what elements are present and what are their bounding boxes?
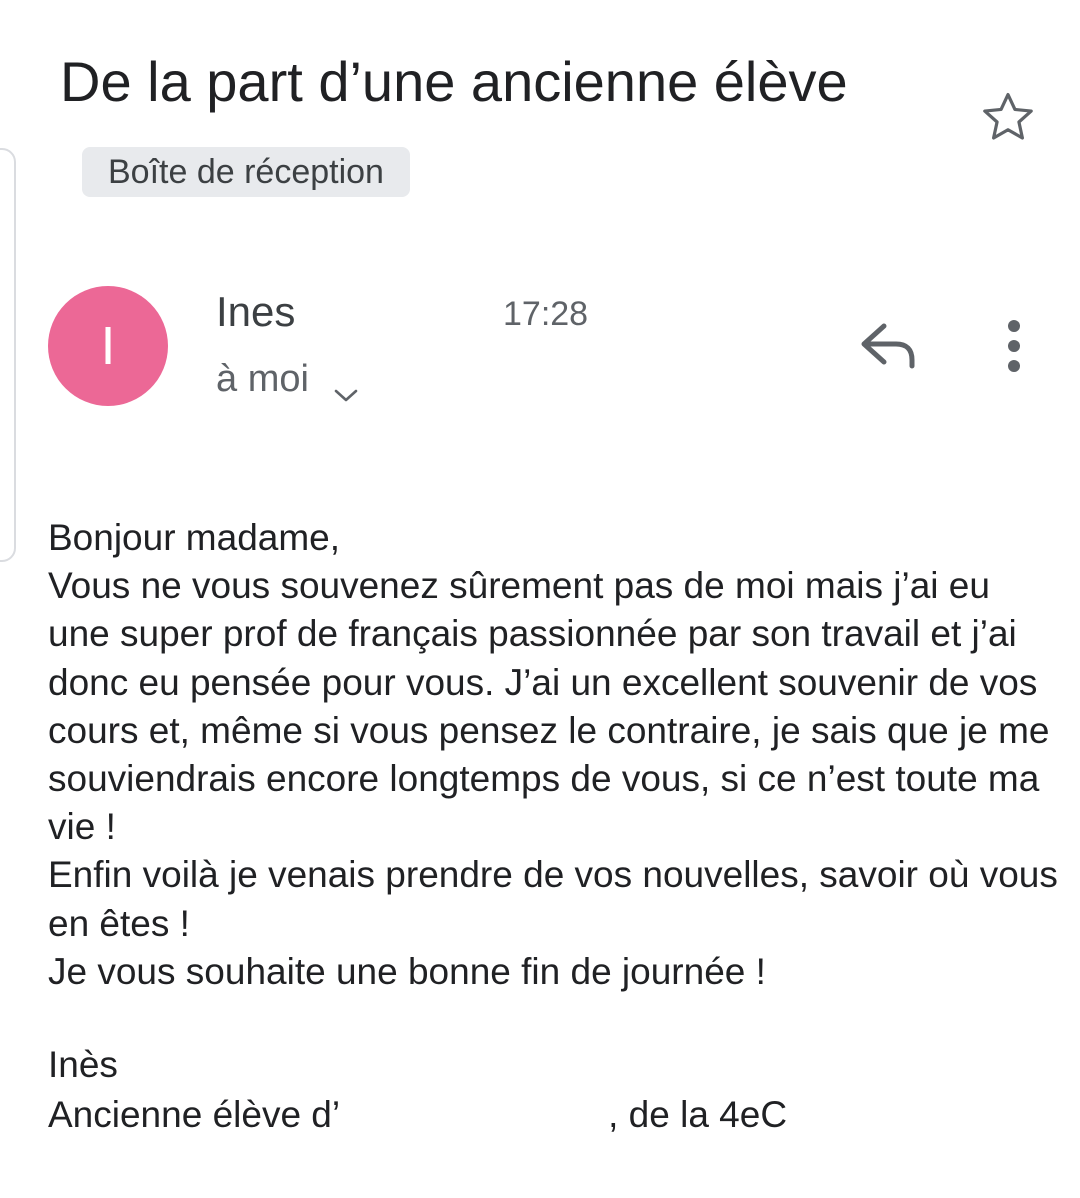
email-header: De la part d’une ancienne élève Boîte de …: [60, 36, 940, 220]
subject-text: De la part d’une ancienne élève: [60, 50, 848, 113]
email-subject: De la part d’une ancienne élève Boîte de …: [60, 36, 940, 220]
avatar-initial: I: [100, 316, 116, 376]
email-body: Bonjour madame, Vous ne vous souvenez sû…: [48, 514, 1058, 996]
side-panel-edge: [0, 148, 16, 562]
reply-button[interactable]: [856, 318, 922, 374]
signature-line-start: Ancienne élève d’: [48, 1094, 341, 1135]
email-signature: Inès Ancienne élève d’ , de la 4eC: [48, 1040, 1058, 1140]
signature-line: Ancienne élève d’ , de la 4eC: [48, 1090, 1058, 1140]
inbox-label-chip[interactable]: Boîte de réception: [82, 147, 410, 197]
reply-icon: [861, 323, 915, 369]
sender-name[interactable]: Ines: [216, 286, 295, 338]
body-paragraph: Bonjour madame,: [48, 517, 341, 558]
more-vert-icon: [1008, 320, 1020, 372]
signature-line-end: , de la 4eC: [608, 1094, 788, 1135]
body-paragraph: Enfin voilà je venais prendre de vos nou…: [48, 854, 1058, 944]
recipient-text: à moi: [216, 358, 309, 400]
chevron-down-icon: [331, 369, 361, 402]
more-options-button[interactable]: [996, 316, 1032, 376]
body-paragraph: Vous ne vous souvenez sûrement pas de mo…: [48, 565, 1050, 848]
body-paragraph: Je vous souhaite une bonne fin de journé…: [48, 950, 766, 992]
sender-avatar[interactable]: I: [48, 286, 168, 406]
signature-name: Inès: [48, 1044, 118, 1085]
star-icon[interactable]: [976, 86, 1040, 150]
recipient-toggle[interactable]: à moi: [216, 354, 361, 404]
email-time: 17:28: [503, 295, 589, 333]
